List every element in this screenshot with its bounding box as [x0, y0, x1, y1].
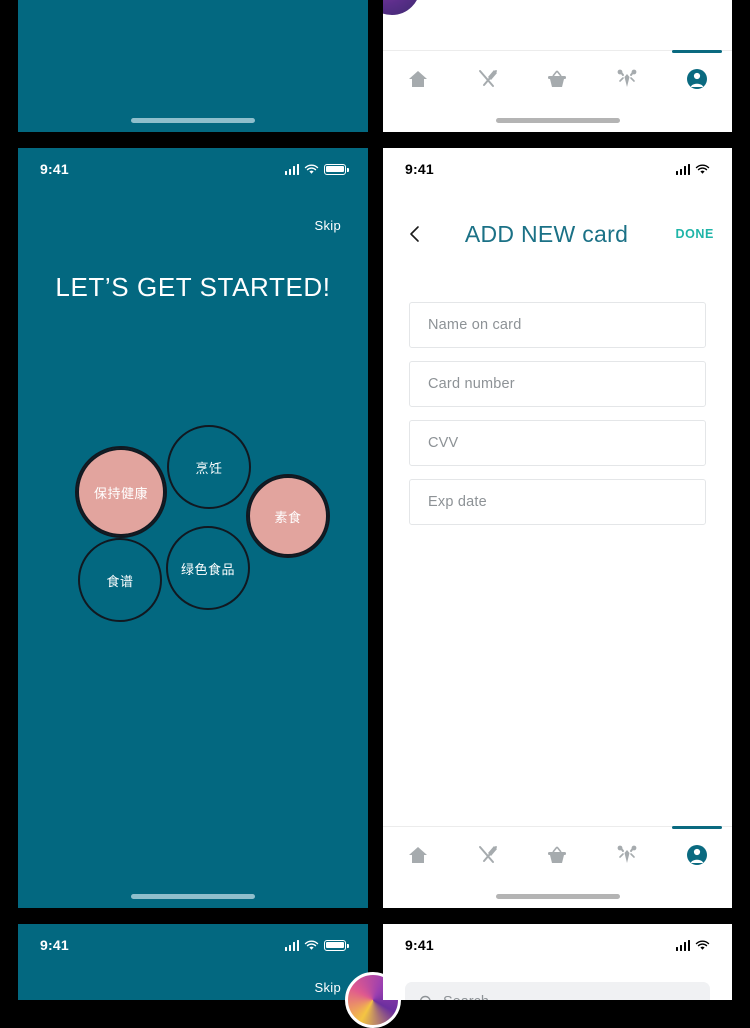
status-bar: 9:41: [383, 924, 732, 966]
name-on-card-field[interactable]: Name on card: [409, 302, 706, 348]
profile-icon: [687, 68, 708, 89]
field-placeholder: Name on card: [428, 317, 522, 333]
cellular-bars-icon: [675, 939, 690, 951]
home-icon: [408, 70, 427, 87]
interest-bubble-green-food[interactable]: 绿色食品: [166, 526, 250, 610]
interest-bubble-vegetarian[interactable]: 素食: [246, 474, 330, 558]
status-time: 9:41: [405, 161, 434, 177]
tab-seafood[interactable]: [592, 827, 662, 882]
profile-icon: [687, 844, 708, 865]
decorative-gradient-disc: [383, 0, 423, 18]
home-icon: [408, 846, 427, 863]
tab-restaurants[interactable]: [453, 827, 523, 882]
interest-bubble-label: 绿色食品: [180, 562, 235, 578]
exp-date-field[interactable]: Exp date: [409, 479, 706, 525]
wifi-icon: [304, 939, 319, 950]
cutlery-icon: [478, 845, 497, 863]
interest-bubble-recipes[interactable]: 食谱: [78, 538, 162, 622]
tab-profile[interactable]: [662, 826, 732, 882]
home-indicator: [131, 894, 255, 899]
search-placeholder: Search: [443, 994, 489, 1000]
field-placeholder: Card number: [428, 376, 515, 392]
interest-bubble-label: 保持健康: [93, 486, 148, 502]
lobster-icon: [617, 845, 637, 863]
wifi-icon: [695, 939, 710, 950]
status-indicators: [284, 939, 349, 951]
onboarding-screen-next-partial: 9:41 Skip: [18, 924, 368, 1000]
status-indicators: [675, 939, 711, 951]
bottom-tab-bar[interactable]: [383, 826, 732, 882]
interest-bubble-label: 烹饪: [195, 461, 223, 477]
lobster-icon: [617, 69, 637, 87]
status-time: 9:41: [40, 937, 69, 953]
field-placeholder: Exp date: [428, 494, 487, 510]
status-bar: 9:41: [18, 924, 368, 966]
tab-profile[interactable]: [662, 50, 732, 106]
tab-basket[interactable]: [523, 51, 593, 106]
interest-bubble-label: 素食: [274, 510, 302, 526]
done-button[interactable]: DONE: [675, 227, 714, 241]
interest-bubble-stay-healthy[interactable]: 保持健康: [75, 446, 167, 538]
tab-home[interactable]: [383, 827, 453, 882]
battery-full-icon: [324, 939, 349, 951]
status-time: 9:41: [405, 937, 434, 953]
active-tab-indicator: [671, 826, 723, 829]
tab-basket[interactable]: [523, 827, 593, 882]
search-icon: [419, 995, 431, 1000]
profile-screen-top-partial: [383, 0, 732, 132]
status-indicators: [675, 163, 711, 175]
wifi-icon: [695, 163, 710, 174]
cellular-bars-icon: [284, 939, 299, 951]
cutlery-icon: [478, 69, 497, 87]
cvv-field[interactable]: CVV: [409, 420, 706, 466]
basket-icon: [548, 846, 567, 863]
tab-home[interactable]: [383, 51, 453, 106]
skip-button[interactable]: Skip: [315, 980, 342, 995]
add-new-card-screen: 9:41 ADD NEW card DONE Name on card Card…: [383, 148, 732, 908]
search-screen-partial: 9:41 Search: [383, 924, 732, 1000]
tab-restaurants[interactable]: [453, 51, 523, 106]
tab-seafood[interactable]: [592, 51, 662, 106]
screen-header: ADD NEW card DONE: [383, 210, 732, 258]
active-tab-indicator: [671, 50, 723, 53]
home-indicator: [131, 118, 255, 123]
field-placeholder: CVV: [428, 435, 459, 451]
interest-bubble-cluster: 保持健康 烹饪 素食 食谱 绿色食品: [18, 148, 368, 908]
interest-bubble-label: 食谱: [106, 574, 134, 590]
home-indicator: [495, 894, 620, 899]
status-bar: 9:41: [383, 148, 732, 190]
basket-icon: [548, 70, 567, 87]
interest-bubble-cooking[interactable]: 烹饪: [167, 425, 251, 509]
card-number-field[interactable]: Card number: [409, 361, 706, 407]
onboarding-screen: 9:41 Skip LET’S GET STARTED! 保持健康 烹饪 素食 …: [18, 148, 368, 908]
onboarding-screen-top-partial: [18, 0, 368, 132]
bottom-tab-bar-top-partial[interactable]: [383, 50, 732, 106]
cellular-bars-icon: [675, 163, 690, 175]
home-indicator: [495, 118, 620, 123]
search-input[interactable]: Search: [405, 982, 710, 1000]
